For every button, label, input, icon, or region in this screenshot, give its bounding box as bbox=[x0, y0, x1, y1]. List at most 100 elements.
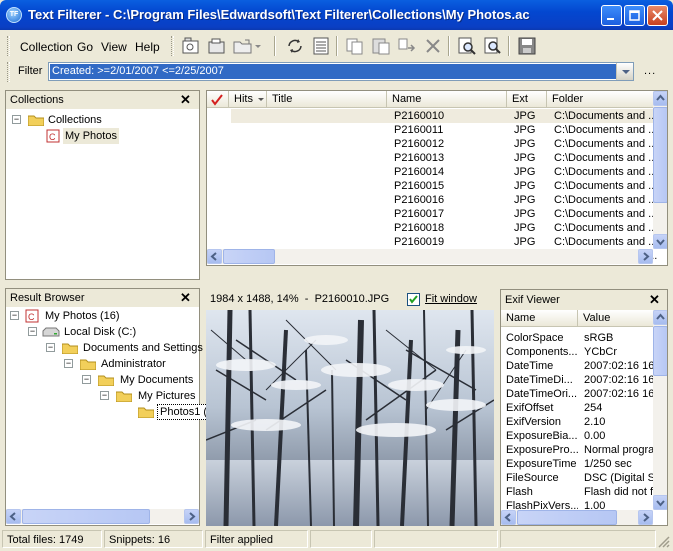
refresh-icon[interactable] bbox=[284, 36, 306, 56]
collapse-icon[interactable]: − bbox=[64, 359, 73, 368]
minimize-button[interactable] bbox=[601, 5, 622, 26]
table-row[interactable]: P2160011 JPG C:\Documents and ... bbox=[207, 123, 657, 137]
exif-row[interactable]: Flash Flash did not f bbox=[501, 485, 653, 499]
scroll-thumb[interactable] bbox=[517, 510, 617, 525]
table-row[interactable]: P2160013 JPG C:\Documents and ... bbox=[207, 151, 657, 165]
exif-row[interactable]: DateTimeDi... 2007:02:16 16 bbox=[501, 373, 653, 387]
window-title: Text Filterer - C:\Program Files\Edwards… bbox=[28, 7, 530, 22]
column-name[interactable]: Name bbox=[387, 91, 507, 108]
scroll-up-icon[interactable] bbox=[653, 310, 667, 325]
cell-ext: JPG bbox=[514, 208, 536, 220]
exif-cell-value: 0.00 bbox=[584, 430, 606, 442]
scroll-left-icon[interactable] bbox=[6, 509, 21, 524]
exif-row[interactable]: DateTimeOri... 2007:02:16 16 bbox=[501, 387, 653, 401]
scroll-right-icon[interactable] bbox=[638, 510, 653, 525]
collapse-icon[interactable]: − bbox=[10, 311, 19, 320]
collapse-icon[interactable]: − bbox=[82, 375, 91, 384]
open-folder-icon[interactable] bbox=[232, 36, 254, 56]
scroll-thumb[interactable] bbox=[223, 249, 275, 264]
exif-column-name[interactable]: Name bbox=[501, 310, 578, 327]
exif-row[interactable]: FileSource DSC (Digital S bbox=[501, 471, 653, 485]
table-row[interactable]: P2160015 JPG C:\Documents and ... bbox=[207, 179, 657, 193]
scroll-down-icon[interactable] bbox=[653, 495, 667, 510]
exif-row[interactable]: Components... YCbCr bbox=[501, 345, 653, 359]
exif-row[interactable]: ExifVersion 2.10 bbox=[501, 415, 653, 429]
table-row[interactable]: P2160014 JPG C:\Documents and ... bbox=[207, 165, 657, 179]
exif-row[interactable]: ExifOffset 254 bbox=[501, 401, 653, 415]
scroll-thumb[interactable] bbox=[653, 107, 667, 203]
scroll-left-icon[interactable] bbox=[501, 510, 516, 525]
close-icon[interactable]: ✕ bbox=[180, 92, 191, 108]
svg-text:C: C bbox=[49, 132, 56, 142]
menu-go[interactable]: Go bbox=[77, 40, 93, 54]
grid-horizontal-scrollbar[interactable] bbox=[207, 249, 653, 264]
column-title[interactable]: Title bbox=[267, 91, 387, 108]
cell-folder: C:\Documents and ... bbox=[554, 180, 658, 192]
save-icon[interactable] bbox=[516, 36, 538, 56]
new-collection-icon[interactable] bbox=[180, 36, 202, 56]
close-icon[interactable]: ✕ bbox=[180, 290, 191, 306]
menu-view[interactable]: View bbox=[101, 40, 127, 54]
toolbar-grip[interactable] bbox=[171, 36, 174, 56]
table-row[interactable]: P2160012 JPG C:\Documents and ... bbox=[207, 137, 657, 151]
result-horizontal-scrollbar[interactable] bbox=[6, 509, 199, 524]
menu-help[interactable]: Help bbox=[135, 40, 160, 54]
toolbar-grip[interactable] bbox=[7, 62, 10, 82]
scroll-down-icon[interactable] bbox=[653, 234, 667, 249]
scroll-up-icon[interactable] bbox=[653, 91, 667, 106]
find-icon[interactable] bbox=[456, 36, 478, 56]
filter-value[interactable]: Created: >=2/01/2007 <=2/25/2007 bbox=[50, 64, 616, 79]
resize-grip-icon[interactable] bbox=[657, 535, 671, 549]
collapse-icon[interactable]: − bbox=[12, 115, 21, 124]
column-hits[interactable]: Hits bbox=[229, 91, 267, 108]
chevron-down-icon[interactable] bbox=[616, 63, 633, 80]
result-tree: − C My Photos (16) − Local Disk (C:) − D… bbox=[6, 308, 226, 508]
paste-icon[interactable] bbox=[370, 36, 392, 56]
column-ext[interactable]: Ext bbox=[507, 91, 547, 108]
exif-row[interactable]: ExposureBia... 0.00 bbox=[501, 429, 653, 443]
cell-name: P2160013 bbox=[394, 152, 445, 164]
fit-window-label[interactable]: Fit window bbox=[425, 293, 477, 305]
delete-icon[interactable] bbox=[422, 36, 444, 56]
close-icon[interactable]: ✕ bbox=[649, 292, 660, 308]
scroll-thumb[interactable] bbox=[653, 326, 667, 376]
copy-icon[interactable] bbox=[344, 36, 366, 56]
exif-row[interactable]: DateTime 2007:02:16 16 bbox=[501, 359, 653, 373]
exif-row[interactable]: ExposureTime 1/250 sec bbox=[501, 457, 653, 471]
table-row[interactable]: P2160018 JPG C:\Documents and ... bbox=[207, 221, 657, 235]
scroll-left-icon[interactable] bbox=[207, 249, 222, 264]
menu-collection[interactable]: Collection bbox=[20, 40, 73, 54]
filter-bar: Filter Created: >=2/01/2007 <=2/25/2007 … bbox=[4, 61, 669, 83]
exif-vertical-scrollbar[interactable] bbox=[653, 310, 667, 510]
scroll-thumb[interactable] bbox=[22, 509, 150, 524]
column-folder[interactable]: Folder bbox=[547, 91, 653, 108]
move-icon[interactable] bbox=[396, 36, 418, 56]
table-row[interactable]: P2160016 JPG C:\Documents and ... bbox=[207, 193, 657, 207]
collapse-icon[interactable]: − bbox=[46, 343, 55, 352]
maximize-button[interactable] bbox=[624, 5, 645, 26]
exif-row[interactable]: ExposurePro... Normal progra bbox=[501, 443, 653, 457]
scroll-right-icon[interactable] bbox=[638, 249, 653, 264]
check-column-header[interactable] bbox=[207, 91, 229, 108]
exif-row[interactable]: ColorSpace sRGB bbox=[501, 331, 653, 345]
table-row[interactable]: P2160017 JPG C:\Documents and ... bbox=[207, 207, 657, 221]
exif-column-value[interactable]: Value bbox=[578, 310, 653, 327]
checklist-icon[interactable] bbox=[310, 36, 332, 56]
collapse-icon[interactable]: − bbox=[28, 327, 37, 336]
fit-window-checkbox[interactable] bbox=[407, 293, 420, 306]
toolbar-grip[interactable] bbox=[7, 36, 10, 56]
open-collection-icon[interactable] bbox=[206, 36, 228, 56]
filter-more-button[interactable]: ... bbox=[644, 65, 656, 77]
scroll-right-icon[interactable] bbox=[184, 509, 199, 524]
find-next-icon[interactable] bbox=[482, 36, 504, 56]
table-row[interactable]: P2160019 JPG C:\Documents and ... bbox=[207, 235, 657, 249]
filter-combobox[interactable]: Created: >=2/01/2007 <=2/25/2007 bbox=[48, 62, 634, 81]
exif-horizontal-scrollbar[interactable] bbox=[501, 510, 653, 525]
grid-vertical-scrollbar[interactable] bbox=[653, 91, 667, 249]
dropdown-arrow-icon[interactable] bbox=[252, 36, 264, 56]
exif-cell-name: ExposureBia... bbox=[506, 430, 578, 442]
close-button[interactable] bbox=[647, 5, 668, 26]
table-row[interactable]: P2160010 JPG C:\Documents and ... bbox=[207, 109, 657, 123]
collapse-icon[interactable]: − bbox=[100, 391, 109, 400]
status-bar: Total files: 1749 Snippets: 16 Filter ap… bbox=[0, 529, 673, 551]
